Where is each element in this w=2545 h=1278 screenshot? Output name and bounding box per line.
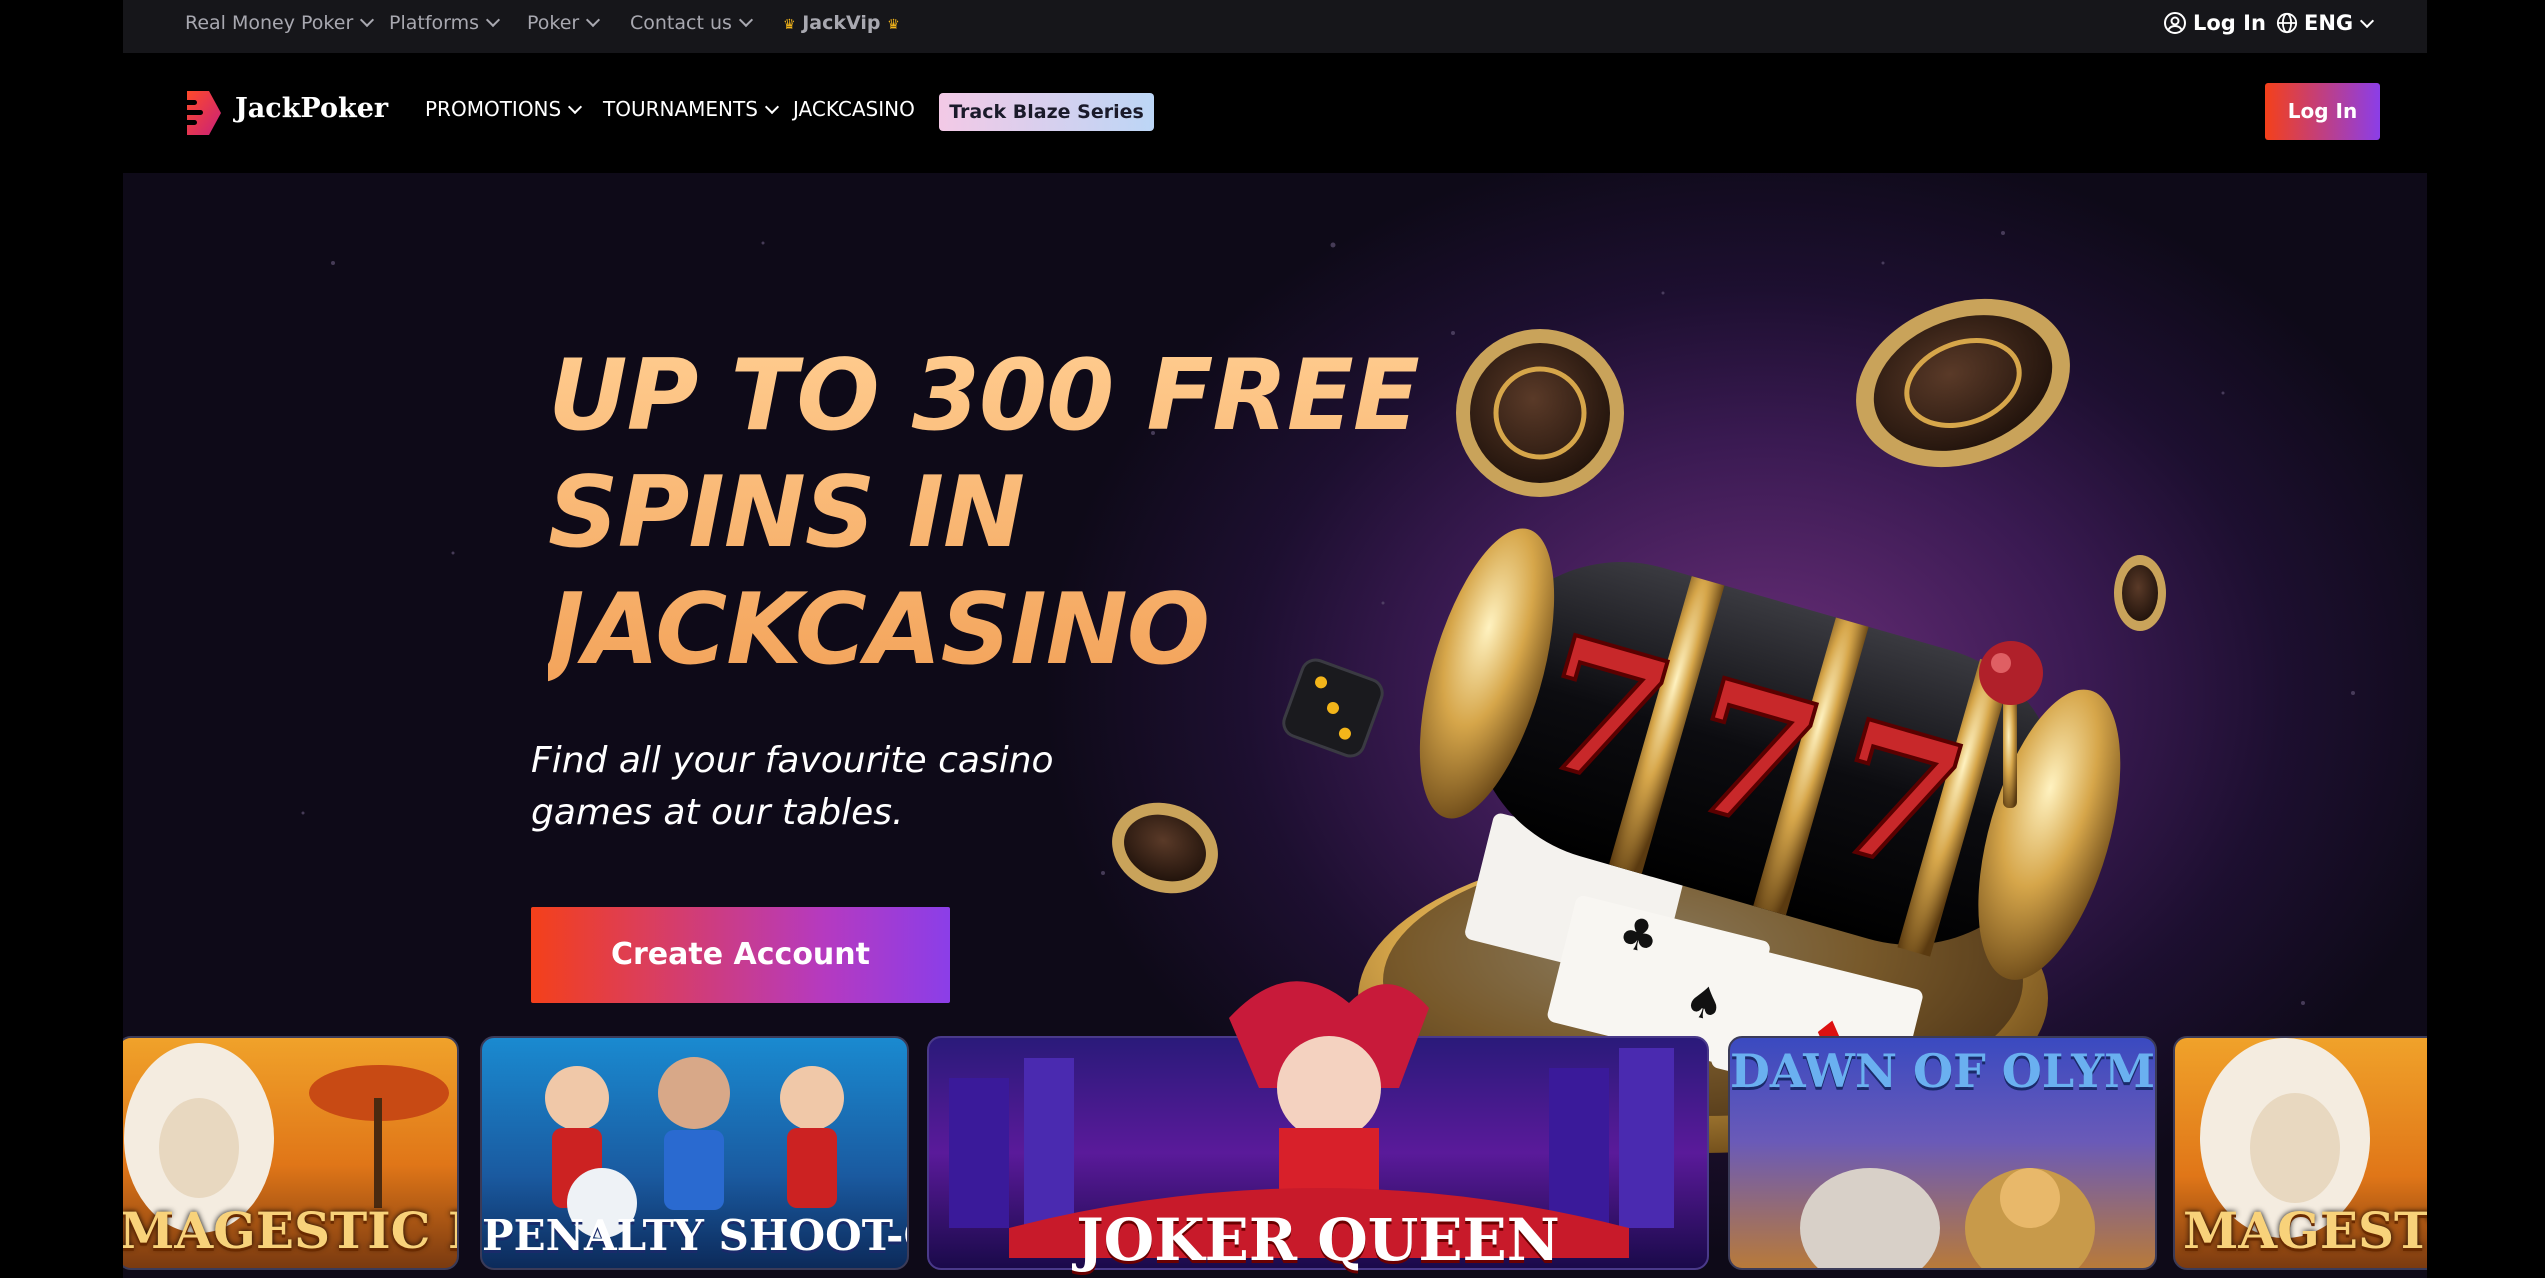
brand-name[interactable]: JackPoker — [235, 89, 388, 129]
topbar-login-link[interactable]: Log In — [2163, 0, 2266, 53]
game-card[interactable]: JOKER QUEEN — [927, 981, 1709, 1274]
chevron-down-icon — [568, 99, 583, 115]
nav-tournaments[interactable]: TOURNAMENTS — [603, 91, 779, 127]
chevron-down-icon — [485, 12, 501, 28]
topbar-item-platforms[interactable]: Platforms — [389, 0, 501, 53]
nav-link-label: TOURNAMENTS — [603, 97, 758, 121]
language-selector[interactable]: ENG — [2276, 0, 2375, 53]
topbar-item-label: Poker — [527, 12, 580, 34]
jackvip-label: JackVip — [802, 12, 881, 34]
login-button[interactable]: Log In — [2265, 83, 2380, 140]
user-circle-icon — [2164, 12, 2186, 34]
game-title: DAWN OF OLYMPUS — [1730, 1044, 2155, 1098]
topbar-item-label: Real Money Poker — [185, 12, 354, 34]
topbar-item-label: Platforms — [389, 12, 480, 34]
nav-promotions[interactable]: PROMOTIONS — [425, 91, 583, 127]
language-label: ENG — [2304, 11, 2354, 35]
hero-headline: UP TO 300 FREE SPINS IN JACKCASINO — [548, 338, 1448, 689]
crown-icon: ♛ — [887, 17, 900, 33]
chevron-down-icon — [360, 12, 375, 28]
game-title: PENALTY SHOOT-OUT — [482, 1211, 907, 1260]
poker-chip — [1112, 802, 1218, 894]
game-title: MAGESTIC — [2183, 1201, 2427, 1260]
game-card[interactable]: MAGESTIC — [2173, 1036, 2427, 1270]
game-card[interactable]: DAWN OF OLYMPUS — [1728, 1036, 2157, 1270]
game-card[interactable]: PENALTY SHOOT-OUT — [480, 1036, 909, 1270]
topbar-item-label: Contact us — [630, 12, 732, 34]
page: Real Money Poker Platforms Poker Contact… — [123, 0, 2427, 1278]
game-carousel: MAGESTIC KING PENALTY SHOOT-OUT JOKER QU… — [123, 981, 2427, 1278]
poker-chip — [2114, 555, 2166, 631]
topbar-item-contact-us[interactable]: Contact us — [630, 0, 753, 53]
chevron-down-icon — [586, 12, 601, 28]
poker-chip — [1456, 329, 1624, 497]
crown-icon: ♛ — [783, 17, 796, 33]
game-title: JOKER QUEEN — [1076, 1206, 1560, 1274]
chevron-down-icon — [738, 12, 753, 28]
jackpoker-logo-icon[interactable] — [173, 87, 225, 139]
poker-chip — [1856, 298, 2070, 468]
game-card[interactable]: MAGESTIC KING — [123, 1036, 459, 1270]
nav-jackcasino[interactable]: JACKCASINO — [793, 91, 915, 127]
slot-lever — [2003, 698, 2017, 808]
chevron-down-icon — [2360, 13, 2375, 29]
hero-subtitle: Find all your favourite casino games at … — [531, 740, 1054, 833]
topbar-item-poker[interactable]: Poker — [527, 0, 601, 53]
globe-icon — [2276, 12, 2298, 34]
top-utility-bar: Real Money Poker Platforms Poker Contact… — [123, 0, 2427, 53]
nav-link-label: JACKCASINO — [793, 97, 915, 121]
create-account-button[interactable]: Create Account — [531, 907, 950, 1003]
nav-link-label: PROMOTIONS — [425, 97, 562, 121]
game-title: MAGESTIC KING — [123, 1201, 457, 1260]
jackvip-link[interactable]: ♛ JackVip ♛ — [783, 0, 900, 53]
main-nav: JackPoker PROMOTIONS TOURNAMENTS JACKCAS… — [123, 53, 2427, 173]
track-blaze-series-button[interactable]: Track Blaze Series — [939, 93, 1154, 131]
joker-queen-illustration — [949, 981, 1674, 1258]
topbar-login-label: Log In — [2193, 11, 2266, 35]
chevron-down-icon — [764, 99, 779, 115]
topbar-item-real-money-poker[interactable]: Real Money Poker — [185, 0, 375, 53]
